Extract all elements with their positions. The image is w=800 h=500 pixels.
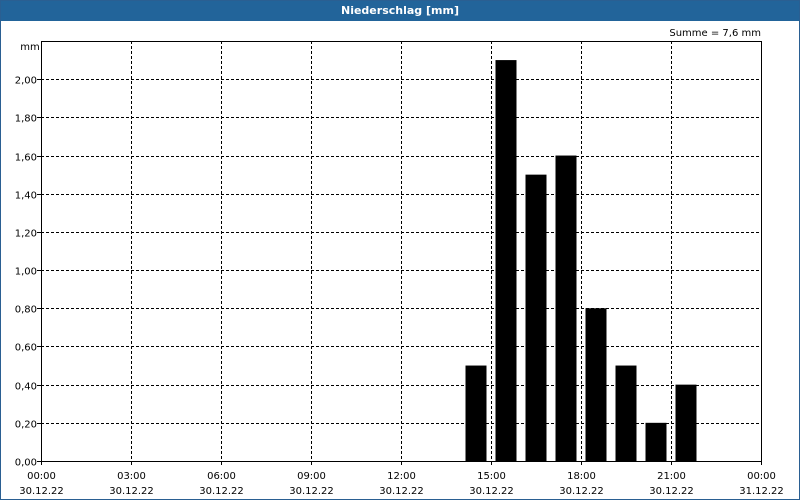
- y-axis-unit-label: mm: [20, 42, 39, 53]
- x-tick-date-label: 30.12.22: [199, 486, 244, 497]
- x-tick-date-label: 31.12.22: [739, 486, 784, 497]
- y-tick-label: 1,20: [15, 229, 37, 240]
- precipitation-bar: [465, 365, 487, 461]
- y-tick-label: 0,40: [15, 382, 37, 393]
- y-tick-label: 1,60: [15, 153, 37, 164]
- y-tick-label: 2,00: [15, 76, 37, 87]
- y-tick-label: 1,80: [15, 114, 37, 125]
- precipitation-bar: [495, 60, 517, 461]
- y-tick-label: 0,60: [15, 343, 37, 354]
- y-tick-label: 1,40: [15, 191, 37, 202]
- precipitation-chart: mm Summe = 7,6 mm 0,00 0,20 0,40 0,60 0,80 1,…: [15, 28, 784, 497]
- x-tick-time-label: 00:00: [747, 471, 776, 482]
- x-tick-time-label: 12:00: [387, 471, 416, 482]
- x-tick-date-label: 30.12.22: [19, 486, 64, 497]
- x-tick-date-label: 30.12.22: [469, 486, 514, 497]
- x-tick-time-label: 06:00: [207, 471, 236, 482]
- x-tick-date-label: 30.12.22: [559, 486, 604, 497]
- x-tick-time-label: 15:00: [477, 471, 506, 482]
- precipitation-bar: [615, 365, 637, 461]
- x-tick-time-label: 00:00: [27, 471, 56, 482]
- x-tick-date-label: 30.12.22: [289, 486, 334, 497]
- x-tick-time-label: 03:00: [117, 471, 146, 482]
- y-tick-label: 1,00: [15, 267, 37, 278]
- x-tick-time-label: 09:00: [297, 471, 326, 482]
- y-tick-label: 0,00: [15, 458, 37, 469]
- x-tick-time-label: 18:00: [567, 471, 596, 482]
- y-tick-label: 0,20: [15, 420, 37, 431]
- sum-label: Summe = 7,6 mm: [669, 28, 761, 39]
- precipitation-bar: [645, 422, 667, 461]
- x-tick-time-label: 21:00: [657, 471, 686, 482]
- precipitation-bar: [555, 155, 577, 461]
- y-tick-label: 0,80: [15, 305, 37, 316]
- x-tick-date-label: 30.12.22: [109, 486, 154, 497]
- precipitation-bar: [525, 174, 547, 462]
- x-tick-date-label: 30.12.22: [649, 486, 694, 497]
- x-tick-date-label: 30.12.22: [379, 486, 424, 497]
- precipitation-bar: [585, 308, 607, 461]
- precipitation-bar: [675, 384, 697, 461]
